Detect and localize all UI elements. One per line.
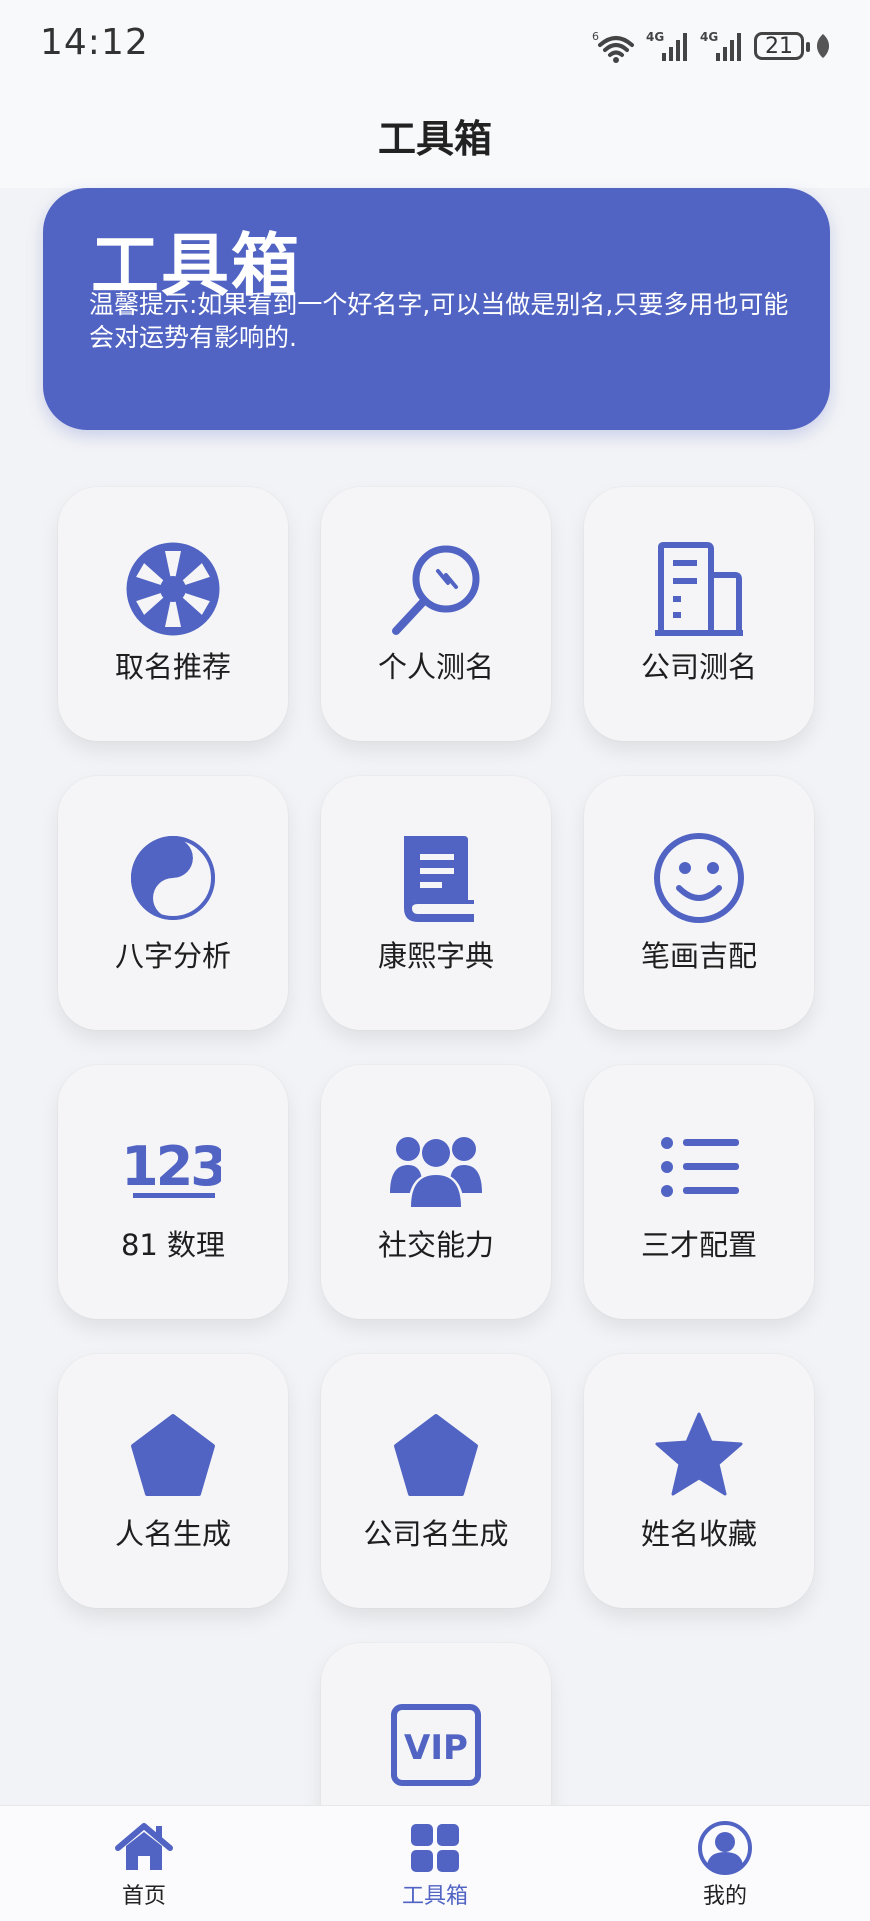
wifi-icon: 6 (592, 30, 634, 63)
profile-icon (695, 1820, 755, 1876)
numbers-123-icon: 123 (125, 1119, 221, 1215)
tool-name-recommend[interactable]: 取名推荐 (58, 487, 288, 741)
signal-icon-2: 4G (700, 30, 741, 61)
tab-label: 工具箱 (401, 1884, 468, 1909)
signal-badge-2: 4G (700, 30, 718, 44)
smile-icon (651, 830, 747, 926)
tool-label: 公司名生成 (363, 1517, 509, 1551)
pentagon-icon (388, 1408, 484, 1504)
group-icon (388, 1119, 484, 1215)
grid-icon (405, 1820, 465, 1876)
tool-label: 81 数理 (120, 1228, 226, 1262)
tip-banner: 工具箱 温馨提示:如果看到一个好名字,可以当做是别名,只要多用也可能会对运势有影… (43, 188, 830, 430)
tool-company-name-generator[interactable]: 公司名生成 (321, 1354, 551, 1608)
svg-text:123: 123 (125, 1135, 221, 1198)
tool-label: 康熙字典 (377, 939, 494, 973)
battery-indicator: 21 (754, 32, 810, 60)
wheel-icon (125, 541, 221, 637)
signal-badge-1: 4G (646, 30, 664, 44)
tool-label: 笔画吉配 (640, 939, 757, 973)
tool-label: 三才配置 (640, 1228, 757, 1262)
tool-kangxi-dictionary[interactable]: 康熙字典 (321, 776, 551, 1030)
status-icons: 6 4G 4G 21 (592, 26, 832, 66)
pentagon-icon (125, 1408, 221, 1504)
status-time: 14:12 (40, 22, 149, 63)
tool-label: 姓名收藏 (640, 1517, 757, 1551)
banner-tip: 温馨提示:如果看到一个好名字,可以当做是别名,只要多用也可能会对运势有影响的. (89, 290, 789, 352)
leaf-icon (816, 34, 830, 58)
page-title: 工具箱 (377, 117, 492, 161)
tool-name-favorites[interactable]: 姓名收藏 (584, 1354, 814, 1608)
home-icon (114, 1820, 174, 1876)
tool-label: 取名推荐 (114, 650, 231, 684)
star-icon (651, 1408, 747, 1504)
vip-icon: VIP (388, 1697, 484, 1793)
yin-yang-icon (125, 830, 221, 926)
tool-company-name-test[interactable]: 公司测名 (584, 487, 814, 741)
status-bar: 14:12 6 4G 4G 21 (0, 0, 870, 90)
tool-label: 八字分析 (114, 939, 231, 973)
tool-label: 人名生成 (114, 1517, 231, 1551)
tool-three-talents[interactable]: 三才配置 (584, 1065, 814, 1319)
tab-label: 我的 (702, 1884, 747, 1909)
tool-label: 公司测名 (640, 650, 757, 684)
battery-level: 21 (765, 33, 793, 59)
tool-stroke-match[interactable]: 笔画吉配 (584, 776, 814, 1030)
tool-personal-name-test[interactable]: 个人测名 (321, 487, 551, 741)
tab-profile[interactable]: 我的 (645, 1806, 805, 1921)
book-icon (388, 830, 484, 926)
tool-person-name-generator[interactable]: 人名生成 (58, 1354, 288, 1608)
navigation-bar: 工具箱 (0, 90, 870, 188)
tab-toolbox[interactable]: 工具箱 (355, 1806, 515, 1921)
wifi-badge: 6 (592, 30, 599, 43)
magnifier-icon (388, 541, 484, 637)
tab-label: 首页 (121, 1884, 166, 1909)
tool-label: 社交能力 (377, 1228, 494, 1262)
vip-text: VIP (404, 1728, 468, 1768)
building-icon (651, 541, 747, 637)
signal-icon-1: 4G (646, 30, 687, 61)
tool-81-numerology[interactable]: 123 81 数理 (58, 1065, 288, 1319)
tab-home[interactable]: 首页 (64, 1806, 224, 1921)
tool-bazi-analysis[interactable]: 八字分析 (58, 776, 288, 1030)
list-icon (651, 1119, 747, 1215)
bottom-tab-bar: 首页 工具箱 我的 (0, 1805, 870, 1921)
tool-label: 个人测名 (377, 650, 494, 684)
tool-social-ability[interactable]: 社交能力 (321, 1065, 551, 1319)
